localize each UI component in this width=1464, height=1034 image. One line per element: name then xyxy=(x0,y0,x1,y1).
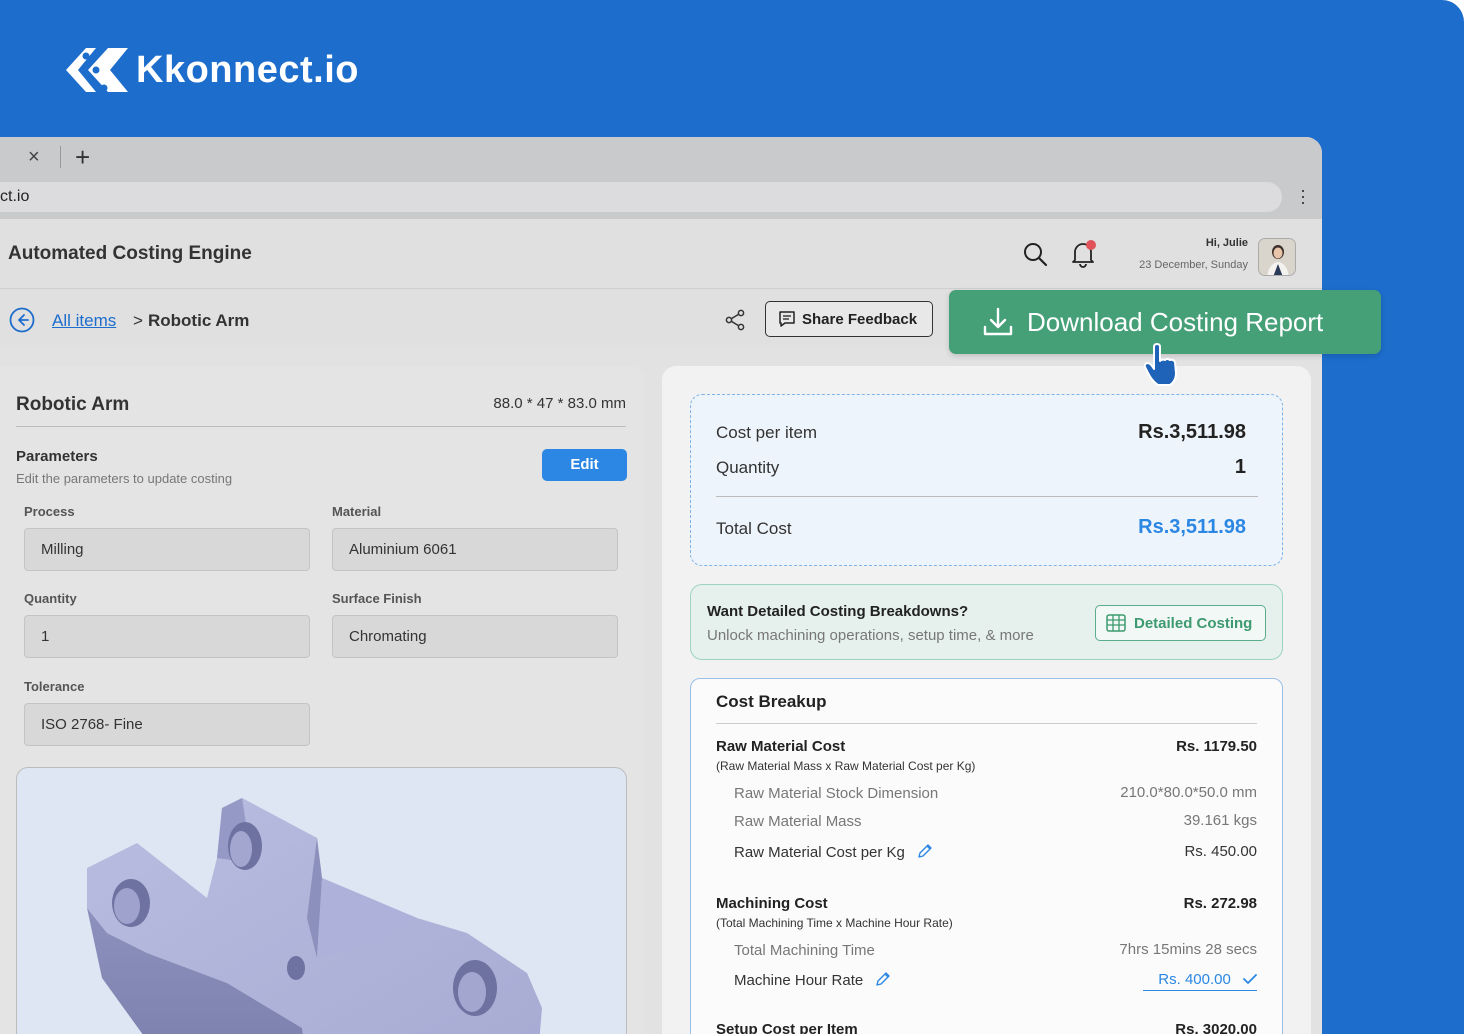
process-field[interactable]: Milling xyxy=(24,528,310,571)
breadcrumb-separator: > xyxy=(133,311,143,330)
tab-bar: × + xyxy=(0,137,1322,177)
new-tab-icon[interactable]: + xyxy=(75,142,90,173)
feedback-icon xyxy=(779,311,795,327)
3d-model-viewer[interactable] xyxy=(16,767,627,1034)
total-cost-value: Rs.3,511.98 xyxy=(1138,516,1246,538)
parameters-heading: Parameters xyxy=(16,448,98,465)
item-title: Robotic Arm xyxy=(16,394,130,415)
machine-hour-rate-input[interactable]: Rs. 400.00 xyxy=(1143,971,1257,991)
setup-cost-value: Rs. 3020.00 xyxy=(1175,1021,1257,1034)
raw-material-mass-value: 39.161 kgs xyxy=(1183,812,1257,829)
app-title: Automated Costing Engine xyxy=(8,243,252,264)
share-feedback-label: Share Feedback xyxy=(802,310,918,328)
robotic-arm-model xyxy=(87,798,542,1034)
setup-cost-label: Setup Cost per Item xyxy=(716,1021,858,1034)
quantity-field[interactable]: 1 xyxy=(24,615,310,658)
promo-title: Want Detailed Costing Breakdowns? xyxy=(707,603,969,620)
process-label: Process xyxy=(24,504,75,519)
cost-summary-card: Cost per item Rs.3,511.98 Quantity 1 Tot… xyxy=(690,394,1283,566)
kkonnect-logo-icon xyxy=(66,48,128,92)
close-tab-icon[interactable]: × xyxy=(28,146,46,169)
pencil-icon[interactable] xyxy=(917,843,933,859)
cost-per-item-value: Rs.3,511.98 xyxy=(1138,421,1246,443)
user-greeting: Hi, Julie xyxy=(1205,237,1248,249)
cost-per-kg-value: Rs. 450.00 xyxy=(1184,843,1257,860)
edit-button[interactable]: Edit xyxy=(542,449,627,481)
costing-panel: Cost per item Rs.3,511.98 Quantity 1 Tot… xyxy=(662,366,1311,1034)
share-feedback-button[interactable]: Share Feedback xyxy=(765,301,933,337)
cost-per-kg-row: Raw Material Cost per Kg xyxy=(734,843,933,861)
raw-material-formula: (Raw Material Mass x Raw Material Cost p… xyxy=(716,759,976,773)
machining-time-value: 7hrs 15mins 28 secs xyxy=(1119,941,1257,958)
machine-hour-rate-row: Machine Hour Rate xyxy=(734,971,891,989)
raw-material-mass-label: Raw Material Mass xyxy=(734,813,862,830)
address-bar[interactable]: ct.io xyxy=(0,182,1282,212)
share-icon[interactable] xyxy=(724,309,746,331)
machine-hour-rate-label: Machine Hour Rate xyxy=(734,972,864,989)
stock-dimension-label: Raw Material Stock Dimension xyxy=(734,785,939,802)
breadcrumb-current: Robotic Arm xyxy=(148,311,250,330)
quantity-summary-label: Quantity xyxy=(716,458,780,477)
quantity-label: Quantity xyxy=(24,591,77,606)
machining-time-label: Total Machining Time xyxy=(734,942,875,959)
surface-finish-label: Surface Finish xyxy=(332,591,422,606)
machining-cost-label: Machining Cost xyxy=(716,895,828,912)
material-field[interactable]: Aluminium 6061 xyxy=(332,528,618,571)
detailed-costing-label: Detailed Costing xyxy=(1134,614,1253,632)
quantity-summary-value: 1 xyxy=(1234,456,1246,478)
bell-icon[interactable] xyxy=(1070,240,1096,268)
address-row: ct.io · · · xyxy=(0,177,1322,219)
avatar-image xyxy=(1259,239,1295,275)
marketing-frame: Kkonnect.io × + ct.io · · · Automated Cost… xyxy=(0,0,1464,1034)
download-costing-report-label: Download Costing Report xyxy=(1027,306,1324,337)
tab-divider xyxy=(60,146,61,168)
more-menu-icon[interactable]: · · · xyxy=(1300,181,1306,211)
parameters-subtitle: Edit the parameters to update costing xyxy=(16,471,233,486)
search-icon[interactable] xyxy=(1022,241,1048,267)
back-arrow-icon[interactable] xyxy=(9,307,35,333)
detailed-costing-button[interactable]: Detailed Costing xyxy=(1095,605,1266,641)
breadcrumb-all-items[interactable]: All items xyxy=(52,311,116,331)
hand-cursor-icon xyxy=(1143,343,1177,386)
machining-cost-value: Rs. 272.98 xyxy=(1183,895,1257,912)
divider xyxy=(716,723,1257,724)
raw-material-cost-label: Raw Material Cost xyxy=(716,738,846,755)
divider xyxy=(716,496,1258,497)
promo-subtitle: Unlock machining operations, setup time,… xyxy=(707,627,1034,644)
total-cost-label: Total Cost xyxy=(716,519,792,538)
app-header: Automated Costing Engine Hi, Julie 23 De… xyxy=(0,219,1322,289)
parameters-panel: Robotic Arm 88.0 * 47 * 83.0 mm Paramete… xyxy=(0,366,644,1034)
surface-finish-field[interactable]: Chromating xyxy=(332,615,618,658)
avatar[interactable] xyxy=(1258,238,1296,276)
brand-name: Kkonnect.io xyxy=(136,48,359,91)
cost-breakup-title: Cost Breakup xyxy=(716,692,827,711)
cost-per-kg-label: Raw Material Cost per Kg xyxy=(734,844,905,861)
table-icon xyxy=(1106,614,1126,632)
download-icon xyxy=(983,307,1013,336)
cost-breakup-card: Cost Breakup Raw Material Cost Rs. 1179.… xyxy=(690,678,1283,1034)
tolerance-field[interactable]: ISO 2768- Fine xyxy=(24,703,310,746)
material-label: Material xyxy=(332,504,382,519)
detailed-costing-promo: Want Detailed Costing Breakdowns? Unlock… xyxy=(690,584,1283,660)
item-dimensions: 88.0 * 47 * 83.0 mm xyxy=(493,395,626,412)
raw-material-cost-value: Rs. 1179.50 xyxy=(1176,738,1257,755)
stock-dimension-value: 210.0*80.0*50.0 mm xyxy=(1120,784,1257,801)
divider xyxy=(16,426,626,427)
machining-formula: (Total Machining Time x Machine Hour Rat… xyxy=(716,916,953,930)
check-icon[interactable] xyxy=(1243,973,1257,985)
pencil-icon[interactable] xyxy=(875,971,891,987)
machine-hour-rate-value: Rs. 400.00 xyxy=(1158,971,1231,988)
tolerance-label: Tolerance xyxy=(24,679,85,694)
brand: Kkonnect.io xyxy=(64,44,359,96)
current-date: 23 December, Sunday xyxy=(1139,259,1248,271)
cost-per-item-label: Cost per item xyxy=(716,423,818,442)
